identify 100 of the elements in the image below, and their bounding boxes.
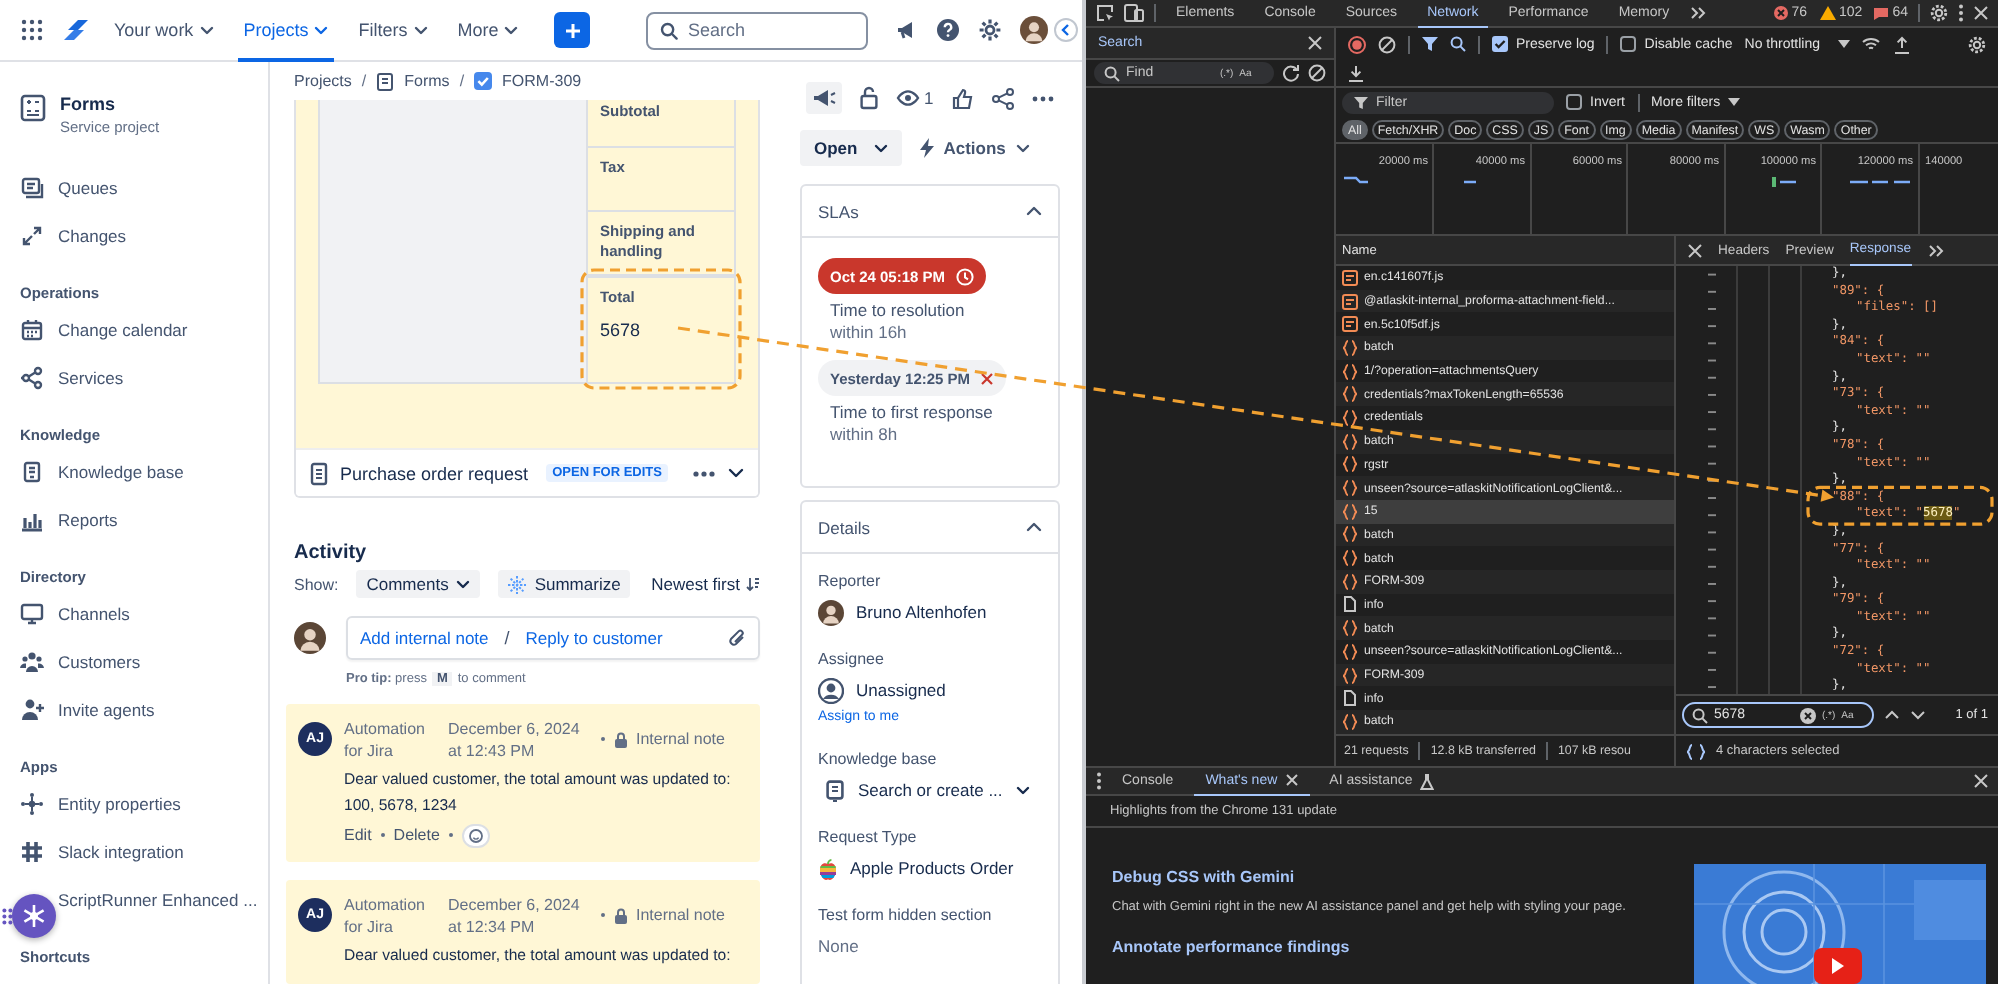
comment-date: December 6, 2024 at 12:43 PM (448, 717, 582, 763)
sidebar-item[interactable]: Changes (20, 212, 256, 260)
braces-icon (1342, 409, 1358, 426)
megaphone-icon[interactable] (894, 18, 918, 42)
search-icon[interactable] (1450, 36, 1466, 52)
hash-icon (20, 840, 44, 864)
network-conditions-icon[interactable] (1862, 36, 1883, 52)
close-icon[interactable] (1308, 36, 1322, 50)
more-tabs-icon[interactable] (1689, 6, 1706, 20)
field-label: Test form hidden section (818, 904, 994, 926)
caret-icon (1728, 98, 1741, 106)
braces-icon (1342, 620, 1358, 637)
chevron-up-icon[interactable] (1884, 710, 1900, 720)
kebab-icon[interactable] (1958, 4, 1964, 22)
comment-action-link[interactable]: Delete (393, 826, 440, 845)
sort-button[interactable]: Newest first (651, 574, 760, 594)
sidebar-item[interactable]: Invite agents (20, 686, 256, 734)
panel-title: Details (818, 517, 870, 537)
flask-icon (1420, 773, 1435, 789)
logo-icon[interactable] (62, 16, 90, 44)
more-icon[interactable] (1031, 95, 1054, 101)
reply-link[interactable]: Reply to customer (525, 628, 663, 649)
clear-input-icon[interactable] (1800, 707, 1816, 723)
lock-open-icon[interactable] (860, 86, 878, 110)
article-title[interactable]: Annotate performance findings (1112, 938, 1632, 957)
close-icon[interactable] (1688, 243, 1702, 257)
breadcrumb-link[interactable]: FORM-309 (502, 72, 582, 90)
floating-action-button[interactable] (12, 894, 56, 938)
clear-icon[interactable] (1378, 35, 1396, 53)
device-icon[interactable] (1124, 4, 1144, 22)
sidebar-item[interactable]: Knowledge base (20, 448, 256, 496)
sla-limit: within 8h (828, 424, 900, 446)
comment-action-link[interactable]: Edit (344, 826, 372, 845)
braces-icon (1342, 433, 1358, 450)
sidebar-item[interactable]: Channels (20, 590, 256, 638)
breadcrumb-link[interactable]: Projects (294, 72, 352, 90)
more-tabs-icon[interactable] (1927, 243, 1943, 257)
thumbs-up-icon[interactable] (951, 87, 974, 109)
filter-icon[interactable] (1422, 36, 1438, 52)
drag-handle-icon[interactable] (2, 908, 14, 926)
user-avatar[interactable] (1020, 16, 1048, 44)
close-icon[interactable] (1974, 774, 1988, 788)
clock-icon (955, 267, 974, 285)
sidebar-item[interactable]: Queues (20, 164, 256, 212)
megaphone-button[interactable] (806, 82, 842, 114)
separator-dot-icon (600, 736, 606, 743)
user-placeholder-icon (818, 677, 844, 703)
project-name: Forms (60, 94, 118, 114)
download-icon[interactable] (1348, 64, 1364, 82)
search-icon (660, 21, 678, 39)
filter-dropdown[interactable]: Comments (356, 570, 481, 598)
pretty-print-icon[interactable] (1686, 743, 1706, 759)
inspect-icon[interactable] (1096, 4, 1114, 22)
collapse-toggle[interactable] (1054, 18, 1078, 42)
close-icon[interactable] (1974, 6, 1988, 20)
search-icon (1692, 707, 1708, 723)
sidebar-item[interactable]: Reports (20, 496, 256, 544)
summarize-button[interactable]: Summarize (498, 570, 631, 598)
nav-tab[interactable]: More (451, 0, 525, 61)
sidebar-item[interactable]: ScriptRunner Enhanced ... (58, 876, 256, 924)
sidebar-item[interactable]: Change calendar (20, 306, 256, 354)
close-icon (1285, 774, 1298, 786)
comment-box[interactable]: Add internal note / Reply to customer (346, 616, 760, 661)
share-icon[interactable] (991, 87, 1014, 109)
watch-button[interactable]: 1 (896, 88, 934, 108)
help-icon[interactable] (936, 18, 960, 42)
more-icon[interactable] (692, 469, 716, 477)
upload-icon[interactable] (1894, 35, 1911, 53)
nav-tab[interactable]: Your work (108, 0, 220, 61)
emoji-button[interactable] (461, 823, 490, 848)
search-icon (1104, 65, 1120, 81)
form-title: Purchase order request (340, 463, 529, 483)
actions-button[interactable]: Actions (919, 138, 1030, 158)
knowledge-select[interactable]: Search or create ... (818, 779, 1042, 801)
visibility-label: Internal note (636, 730, 725, 749)
sidebar-item[interactable]: Slack integration (20, 828, 256, 876)
search-field[interactable]: Search (646, 11, 868, 49)
chevron-down-icon[interactable] (1910, 710, 1926, 720)
braces-icon (1342, 363, 1358, 380)
settings-icon[interactable] (978, 18, 1002, 42)
clear-icon[interactable] (1308, 64, 1326, 82)
record-icon[interactable] (1348, 35, 1366, 53)
refresh-icon[interactable] (1282, 64, 1300, 82)
breadcrumb-link[interactable]: Forms (404, 72, 450, 90)
kebab-icon[interactable] (1096, 772, 1102, 790)
internal-note-link[interactable]: Add internal note (360, 628, 489, 649)
article-title[interactable]: Debug CSS with Gemini (1112, 868, 1632, 886)
sidebar-item[interactable]: Services (20, 354, 256, 402)
sidebar-item[interactable]: Entity properties (20, 780, 256, 828)
nav-tab[interactable]: Filters (352, 0, 434, 61)
app-switcher-icon[interactable] (20, 18, 44, 42)
caret-icon (1016, 785, 1031, 795)
nav-tab[interactable]: Projects (237, 0, 335, 61)
sidebar-item[interactable]: Customers (20, 638, 256, 686)
search-input[interactable]: Search (688, 20, 848, 40)
create-button[interactable] (554, 12, 591, 48)
nodes-icon (20, 366, 44, 390)
sla-limit: within 16h (828, 322, 909, 344)
paperclip-icon[interactable] (728, 627, 746, 650)
status-dropdown[interactable]: Open (800, 130, 902, 166)
